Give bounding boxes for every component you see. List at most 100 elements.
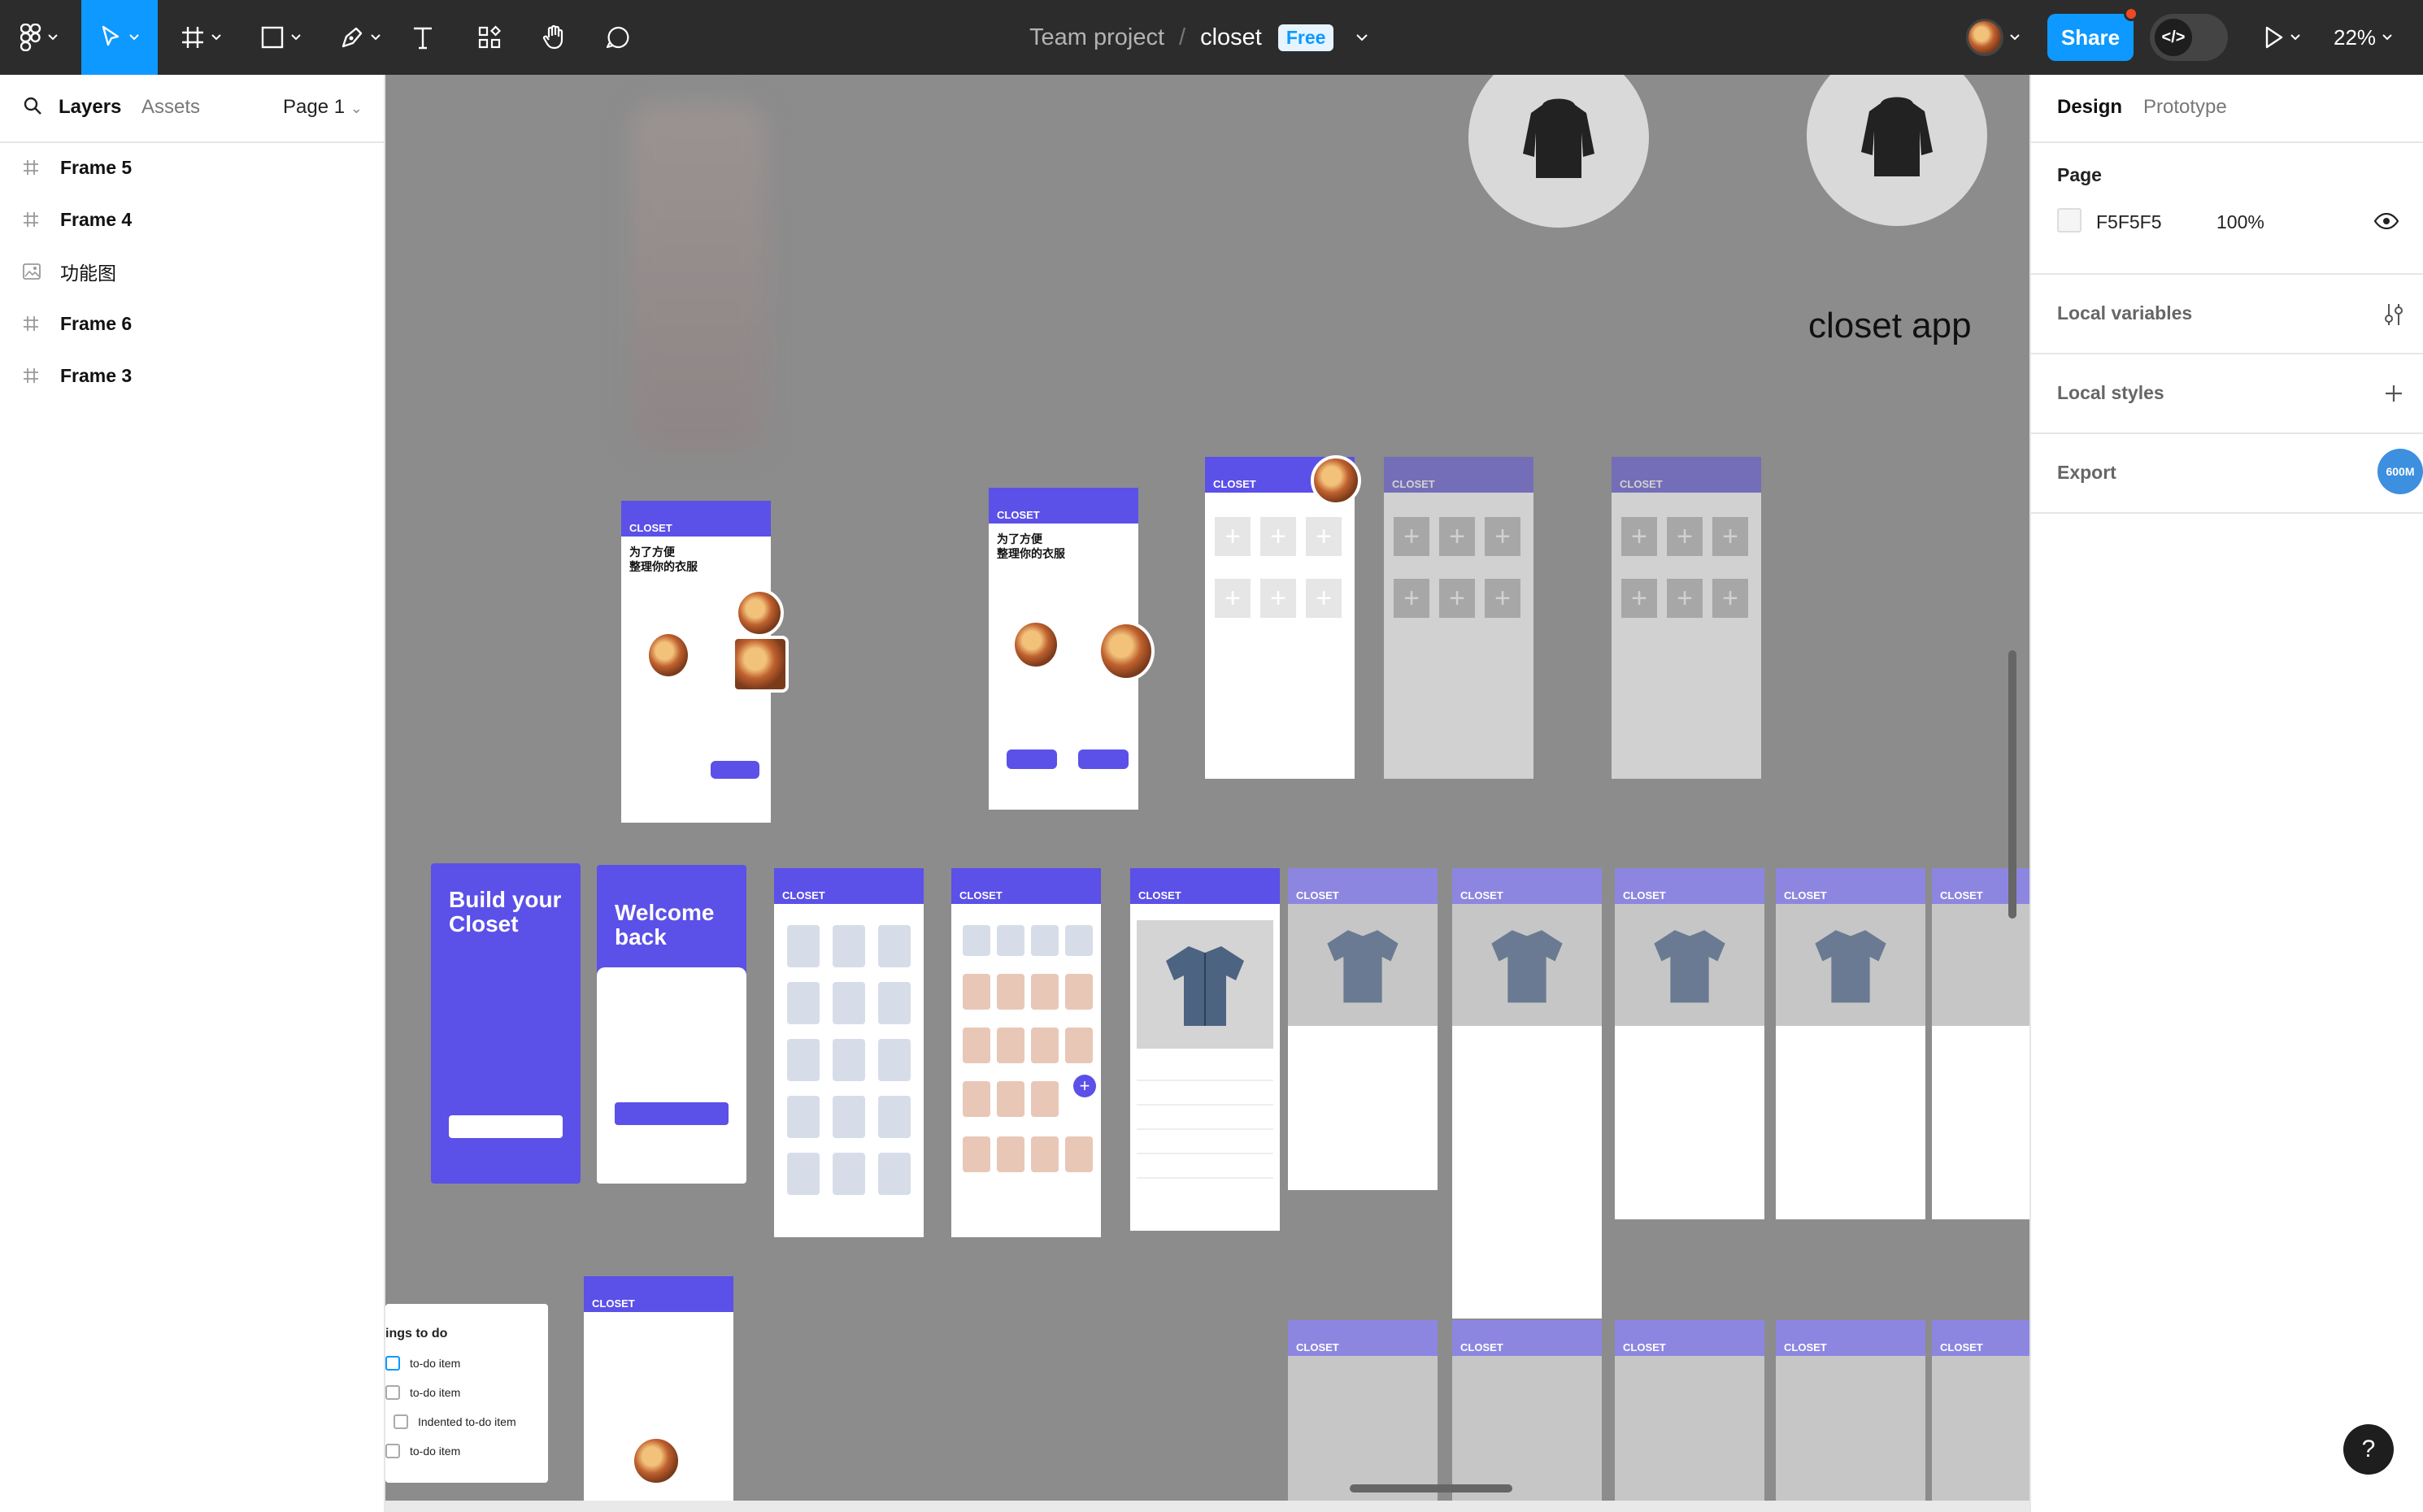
todo-item[interactable]: to-do item <box>385 1356 460 1371</box>
checkbox[interactable] <box>385 1385 400 1400</box>
checkbox[interactable] <box>385 1444 400 1458</box>
horizontal-scrollbar[interactable] <box>1350 1484 1512 1492</box>
layer-row[interactable]: Frame 4 <box>0 195 384 244</box>
app-frame-edit-4[interactable]: CLOSET <box>1776 868 1925 1219</box>
layer-row[interactable]: 功能图 <box>0 247 384 296</box>
app-frame-edit-1[interactable]: CLOSET <box>1288 868 1438 1190</box>
chevron-down-icon <box>371 34 381 41</box>
app-frame-add-item-modal-2[interactable]: CLOSET + + + + + + <box>1612 457 1761 779</box>
pen-tool-button[interactable] <box>332 0 389 75</box>
app-frame-edit-7[interactable]: CLOSET <box>1452 1320 1602 1501</box>
layer-row[interactable]: Frame 3 <box>0 351 384 400</box>
left-panel-tabs: Layers Assets Page 1 ⌄ <box>0 75 384 143</box>
add-cell: + <box>1485 579 1520 618</box>
design-canvas[interactable]: closet app CLOSET 为了方便 整理你的衣服 CLOSET 为了方… <box>385 75 2029 1501</box>
add-cell: + <box>1260 517 1296 556</box>
variables-icon[interactable] <box>2382 302 2405 327</box>
add-cell: + <box>1485 517 1520 556</box>
local-variables-section[interactable]: Local variables <box>2031 275 2423 354</box>
app-frame-edit-5[interactable]: CLOSET <box>1932 868 2029 1219</box>
tab-layers[interactable]: Layers <box>59 96 121 119</box>
search-icon[interactable] <box>23 96 42 115</box>
export-section[interactable]: Export <box>2031 434 2423 514</box>
hand-tool-button[interactable] <box>535 0 574 75</box>
resources-button[interactable] <box>470 0 509 75</box>
page-selector[interactable]: Page 1 ⌄ <box>283 96 363 119</box>
zoom-menu[interactable]: 22% <box>2334 0 2392 75</box>
app-frame-edit-3[interactable]: CLOSET <box>1615 868 1764 1219</box>
page-color-value[interactable]: F5F5F5 <box>2096 211 2162 233</box>
present-button[interactable] <box>2254 0 2311 75</box>
right-panel: Design Prototype Page F5F5F5 100% Local … <box>2029 75 2423 1512</box>
todo-item[interactable]: to-do item <box>385 1444 460 1458</box>
memory-usage-badge[interactable]: 600M <box>2377 449 2423 494</box>
file-name[interactable]: closet <box>1200 24 1262 51</box>
app-frame-wardrobe-grid[interactable]: CLOSET <box>774 868 924 1237</box>
onboarding-frame[interactable]: Build your Closet <box>431 863 581 1184</box>
layer-row[interactable]: Frame 6 <box>0 299 384 348</box>
shirt-image <box>1776 904 1925 1026</box>
document-title[interactable]: Team project / closet Free <box>1029 0 1368 75</box>
frame-icon <box>23 367 49 384</box>
app-frame-add-item-modal[interactable]: CLOSET + + + + + + <box>1384 457 1533 779</box>
checkbox[interactable] <box>385 1356 400 1371</box>
user-menu-button[interactable] <box>1956 0 2029 75</box>
blurred-frame[interactable] <box>629 102 768 452</box>
todo-item[interactable]: Indented to-do item <box>394 1414 516 1429</box>
share-button[interactable]: Share <box>2047 14 2134 61</box>
layer-row[interactable]: Frame 5 <box>0 143 384 192</box>
add-cell: + <box>1215 579 1251 618</box>
main-menu-button[interactable] <box>16 0 62 75</box>
comment-tool-button[interactable] <box>598 0 637 75</box>
local-styles-section[interactable]: Local styles <box>2031 354 2423 434</box>
chevron-down-icon[interactable] <box>1356 33 1368 41</box>
app-frame-edit-2[interactable]: CLOSET <box>1452 868 1602 1319</box>
tab-design[interactable]: Design <box>2057 96 2122 119</box>
clothing-thumb <box>878 1153 911 1195</box>
project-name[interactable]: Team project <box>1029 24 1164 51</box>
page-color-swatch[interactable] <box>2057 208 2082 232</box>
eye-icon[interactable] <box>2374 213 2399 229</box>
app-frame-edit-8[interactable]: CLOSET <box>1615 1320 1764 1501</box>
add-cell: + <box>1306 579 1342 618</box>
tab-assets[interactable]: Assets <box>141 96 200 119</box>
code-icon: </> <box>2155 19 2192 56</box>
outfit-card[interactable] <box>732 636 789 693</box>
app-frame-edit-10[interactable]: CLOSET <box>1932 1320 2029 1501</box>
shape-tool-button[interactable] <box>252 0 309 75</box>
frame-tool-button[interactable] <box>172 0 229 75</box>
clothing-thumb <box>997 1028 1024 1063</box>
todo-card[interactable]: ings to do to-do item to-do item Indente… <box>385 1304 548 1483</box>
frame-brand: CLOSET <box>1615 1320 1764 1356</box>
divider <box>1137 1104 1273 1106</box>
clothing-thumb <box>1031 1028 1059 1063</box>
page-opacity-value[interactable]: 100% <box>2216 211 2264 233</box>
app-frame-wardrobe-list[interactable]: CLOSET + <box>951 868 1101 1237</box>
text-tool-button[interactable] <box>403 0 442 75</box>
hoodie-image[interactable] <box>1807 75 1987 226</box>
vertical-scrollbar[interactable] <box>2008 650 2016 919</box>
tab-prototype[interactable]: Prototype <box>2143 96 2227 119</box>
login-frame[interactable]: Welcome back <box>597 865 746 1184</box>
avatar[interactable] <box>1311 455 1361 506</box>
dev-mode-toggle[interactable]: </> <box>2150 14 2228 61</box>
clothing-thumb <box>963 1136 990 1172</box>
avatar[interactable] <box>1098 621 1155 681</box>
app-frame-edit-9[interactable]: CLOSET <box>1776 1320 1925 1501</box>
checkbox[interactable] <box>394 1414 408 1429</box>
app-frame-item-detail[interactable]: CLOSET <box>1130 868 1280 1231</box>
frame-brand: CLOSET <box>951 868 1101 904</box>
closet-app-label[interactable]: closet app <box>1808 306 1972 346</box>
app-frame-edit-6[interactable]: CLOSET <box>1288 1320 1438 1501</box>
hoodie-image[interactable] <box>1468 75 1649 228</box>
move-tool-button[interactable] <box>81 0 158 75</box>
avatar[interactable] <box>735 589 784 637</box>
plus-icon[interactable] <box>2384 384 2403 403</box>
frame-brand: CLOSET <box>1776 1320 1925 1356</box>
bottom-sheet <box>1384 714 1533 779</box>
shirt-icon <box>1327 930 1399 1003</box>
app-frame-calendar[interactable]: CLOSET <box>584 1276 733 1501</box>
plan-badge[interactable]: Free <box>1277 24 1334 51</box>
todo-item[interactable]: to-do item <box>385 1385 460 1400</box>
help-button[interactable]: ? <box>2343 1424 2394 1475</box>
